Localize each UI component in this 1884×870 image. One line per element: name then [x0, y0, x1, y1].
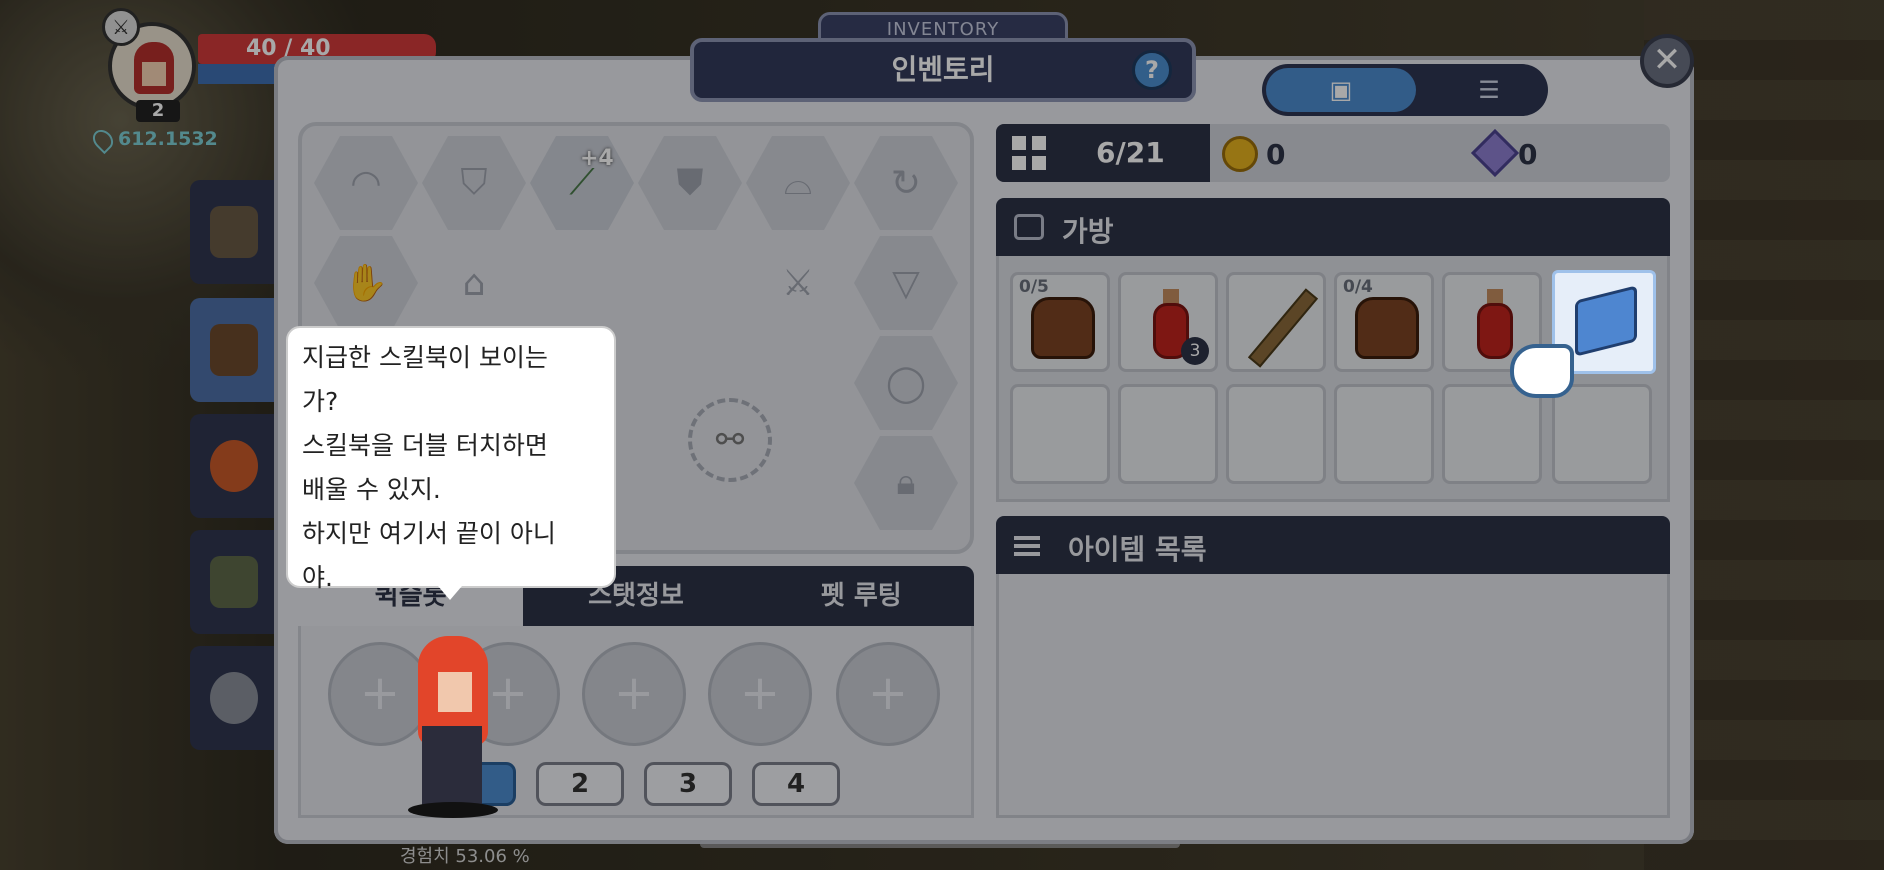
- pointing-hand-icon: [1510, 344, 1574, 398]
- skill-book-icon: [1575, 285, 1637, 357]
- quickslot-4[interactable]: +: [708, 642, 812, 746]
- item-list-body: [996, 574, 1670, 818]
- necklace-icon: ▽: [892, 262, 920, 304]
- bag-slot-12[interactable]: [1552, 384, 1652, 484]
- gold-coin-icon: [1222, 136, 1258, 172]
- hanger-icon: ⌂: [462, 262, 486, 304]
- wooden-sword-icon: [1247, 288, 1319, 368]
- close-button[interactable]: ✕: [1640, 34, 1694, 88]
- list-view-button[interactable]: ☰: [1394, 68, 1544, 112]
- bag-view-button[interactable]: ▣: [1266, 68, 1416, 112]
- bag-slot-2[interactable]: 3: [1118, 272, 1218, 372]
- tab-pet-looting[interactable]: 펫 루팅: [749, 566, 974, 626]
- location-value: 612.1532: [118, 128, 218, 150]
- pet-slot[interactable]: ⚯: [688, 398, 772, 482]
- sword-rune-icon: ⚔: [781, 262, 815, 304]
- quickslot-page-2[interactable]: 2: [536, 762, 624, 806]
- bag-slot-1[interactable]: 0/5: [1010, 272, 1110, 372]
- bag-header: 가방: [996, 198, 1670, 256]
- gloves-icon: ✋: [343, 263, 389, 304]
- bag-slot-3[interactable]: [1226, 272, 1326, 372]
- leather-bag-icon: [1355, 297, 1419, 359]
- item-list-header: 아이템 목록: [996, 516, 1670, 574]
- speech-line-6: 야.: [302, 563, 333, 592]
- player-level: 2: [136, 100, 180, 122]
- speech-line-2: 가?: [302, 387, 339, 416]
- bag-slot-9[interactable]: [1226, 384, 1326, 484]
- bag-capacity: 0/5: [1019, 277, 1049, 297]
- ring-icon: ◯: [885, 362, 927, 404]
- bag-capacity: 0/4: [1343, 277, 1373, 297]
- help-button[interactable]: ?: [1132, 50, 1172, 90]
- side-menu-map[interactable]: [190, 530, 278, 634]
- shield-icon: ⛊: [676, 162, 704, 203]
- speech-line-4: 배울 수 있지.: [302, 475, 441, 504]
- item-quantity: 3: [1181, 337, 1209, 365]
- npc-shadow: [408, 802, 498, 818]
- gold-amount: 0: [1266, 138, 1286, 171]
- tutorial-speech-bubble: 지급한 스킬북이 보이는 가? 스킬북을 더블 터치하면 배울 수 있지. 하지…: [286, 326, 616, 600]
- bag-slot-11[interactable]: [1442, 384, 1542, 484]
- backpack-icon: [210, 324, 258, 376]
- npc-face: [438, 672, 472, 712]
- chat-icon: [210, 672, 258, 724]
- list-icon: ☰: [1478, 76, 1500, 104]
- speech-line-3: 스킬북을 더블 터치하면: [302, 431, 548, 460]
- side-menu-skill[interactable]: [190, 414, 278, 518]
- leather-bag-icon: [1031, 297, 1095, 359]
- exp-text: 경험치 53.06 %: [400, 846, 530, 867]
- slot-counter: 6/21: [996, 124, 1210, 182]
- map-icon: [210, 556, 258, 608]
- side-menu-inventory[interactable]: [190, 298, 278, 402]
- view-toggle: ☰ ▣: [1262, 64, 1548, 116]
- item-list-title: 아이템 목록: [1068, 533, 1207, 566]
- bag-title: 가방: [1062, 215, 1114, 248]
- potion-body: [1477, 303, 1513, 359]
- bag-slot-8[interactable]: [1118, 384, 1218, 484]
- lock-icon: 🔒︎: [896, 462, 916, 503]
- fire-icon: [210, 440, 258, 492]
- npc-body: [422, 726, 482, 806]
- bag-slot-7[interactable]: [1010, 384, 1110, 484]
- bag-slot-4[interactable]: 0/4: [1334, 272, 1434, 372]
- armor-icon: ⛉: [460, 162, 488, 203]
- sword-icon[interactable]: ⚔: [102, 8, 140, 46]
- speech-line-5: 하지만 여기서 끝이 아니: [302, 519, 556, 548]
- briefcase-icon: [1014, 214, 1044, 240]
- bottom-handle: [700, 840, 1180, 848]
- cape-icon: ⌓: [783, 162, 813, 203]
- gem-amount: 0: [1518, 138, 1538, 171]
- window-title: 인벤토리: [690, 38, 1196, 102]
- quickslot-5[interactable]: +: [836, 642, 940, 746]
- side-menu-chat[interactable]: [190, 646, 278, 750]
- enhance-level: +4: [580, 146, 614, 171]
- quickslot-3[interactable]: +: [582, 642, 686, 746]
- grid-icon: [1012, 136, 1046, 170]
- potion-icon: [1477, 289, 1513, 361]
- bag-slot-10[interactable]: [1334, 384, 1434, 484]
- character-icon: [210, 206, 258, 258]
- quickslot-page-3[interactable]: 3: [644, 762, 732, 806]
- speech-line-1: 지급한 스킬북이 보이는: [302, 343, 548, 372]
- tutorial-npc: [408, 636, 498, 818]
- location-pin-icon: [88, 125, 118, 154]
- list-icon: [1014, 530, 1040, 562]
- hat-icon: ◠: [350, 162, 382, 204]
- briefcase-icon: ▣: [1329, 76, 1353, 104]
- location-readout: 612.1532: [88, 125, 218, 154]
- side-menu-character[interactable]: [190, 180, 278, 284]
- slot-count: 6/21: [1096, 136, 1165, 169]
- quickslot-page-4[interactable]: 4: [752, 762, 840, 806]
- bone-icon: ⚯: [715, 420, 745, 460]
- avatar-face: [142, 62, 166, 86]
- ring-arrow-icon: ↻: [890, 162, 922, 204]
